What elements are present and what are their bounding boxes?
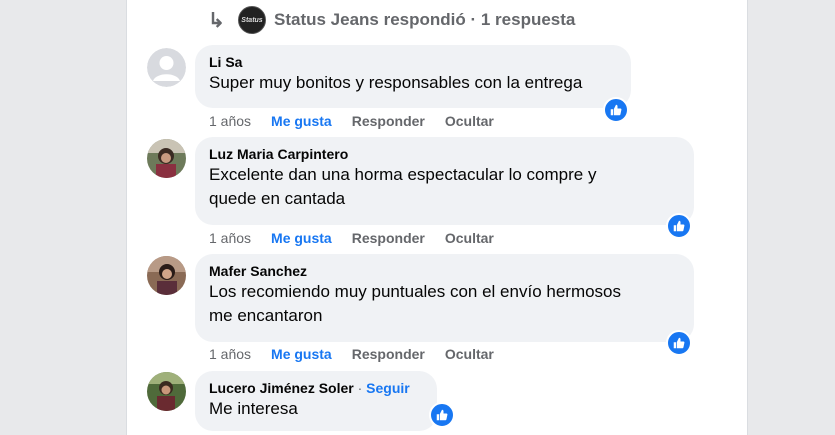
thumbs-up-icon — [610, 104, 622, 116]
thumbs-up-icon — [436, 409, 448, 421]
avatar[interactable] — [147, 139, 186, 178]
comment-author[interactable]: Li Sa — [209, 53, 617, 71]
comment-author[interactable]: Luz Maria Carpintero — [209, 145, 680, 163]
reply-button[interactable]: Responder — [352, 112, 425, 130]
avatar[interactable] — [147, 256, 186, 295]
like-reaction-badge[interactable] — [666, 213, 692, 239]
reply-button[interactable]: Responder — [352, 229, 425, 247]
like-reaction-badge[interactable] — [666, 330, 692, 356]
avatar[interactable] — [147, 372, 186, 411]
user-photo — [147, 139, 186, 178]
hide-button[interactable]: Ocultar — [445, 229, 494, 247]
thumbs-up-icon — [673, 337, 685, 349]
comment-timestamp[interactable]: 1 años — [209, 345, 251, 363]
avatar[interactable] — [147, 48, 186, 87]
comment-bubble: Lucero Jiménez Soler · Seguir Me interes… — [195, 371, 437, 431]
like-button[interactable]: Me gusta — [271, 112, 332, 130]
comment-text-line: Los recomiendo muy puntuales con el enví… — [209, 282, 622, 301]
comment-text: Me interesa — [209, 399, 298, 418]
user-photo — [147, 256, 186, 295]
default-user-icon — [147, 48, 186, 87]
comment-text: Super muy bonitos y responsables con la … — [209, 73, 583, 92]
like-button[interactable]: Me gusta — [271, 229, 332, 247]
user-photo — [147, 372, 186, 411]
comment-text-line: me encantaron — [209, 306, 323, 325]
comment-timestamp[interactable]: 1 años — [209, 112, 251, 130]
page-avatar-logo-text: Status — [241, 16, 263, 24]
comment-bubble: Luz Maria Carpintero Excelente dan una h… — [195, 137, 694, 225]
comment-author[interactable]: Lucero Jiménez Soler — [209, 380, 354, 396]
comment-bubble: Li Sa Super muy bonitos y responsables c… — [195, 45, 631, 108]
like-reaction-badge[interactable] — [603, 97, 629, 123]
author-separator: · — [353, 380, 367, 396]
hide-button[interactable]: Ocultar — [445, 112, 494, 130]
comment-actions: 1 años Me gusta Responder Ocultar — [209, 112, 494, 130]
thumbs-up-icon — [673, 220, 685, 232]
replies-summary-text[interactable]: Status Jeans respondió · 1 respuesta — [274, 10, 575, 30]
comment-actions: 1 años Me gusta Responder Ocultar — [209, 345, 494, 363]
comment-text-line: Excelente dan una horma espectacular lo … — [209, 165, 597, 184]
comment-actions: 1 años Me gusta Responder Ocultar — [209, 229, 494, 247]
replies-summary[interactable]: ↳ Status Status Jeans respondió · 1 resp… — [208, 6, 575, 34]
like-button[interactable]: Me gusta — [271, 345, 332, 363]
comment-timestamp[interactable]: 1 años — [209, 229, 251, 247]
reply-button[interactable]: Responder — [352, 345, 425, 363]
comment-author[interactable]: Mafer Sanchez — [209, 262, 680, 280]
follow-button[interactable]: Seguir — [366, 380, 410, 396]
hide-button[interactable]: Ocultar — [445, 345, 494, 363]
comment-text-line: quede en cantada — [209, 189, 346, 208]
like-reaction-badge[interactable] — [429, 402, 455, 428]
comment-author-line: Lucero Jiménez Soler · Seguir — [209, 379, 423, 397]
reply-arrow-icon: ↳ — [208, 9, 225, 32]
page-avatar: Status — [238, 6, 266, 34]
comment-bubble: Mafer Sanchez Los recomiendo muy puntual… — [195, 254, 694, 342]
